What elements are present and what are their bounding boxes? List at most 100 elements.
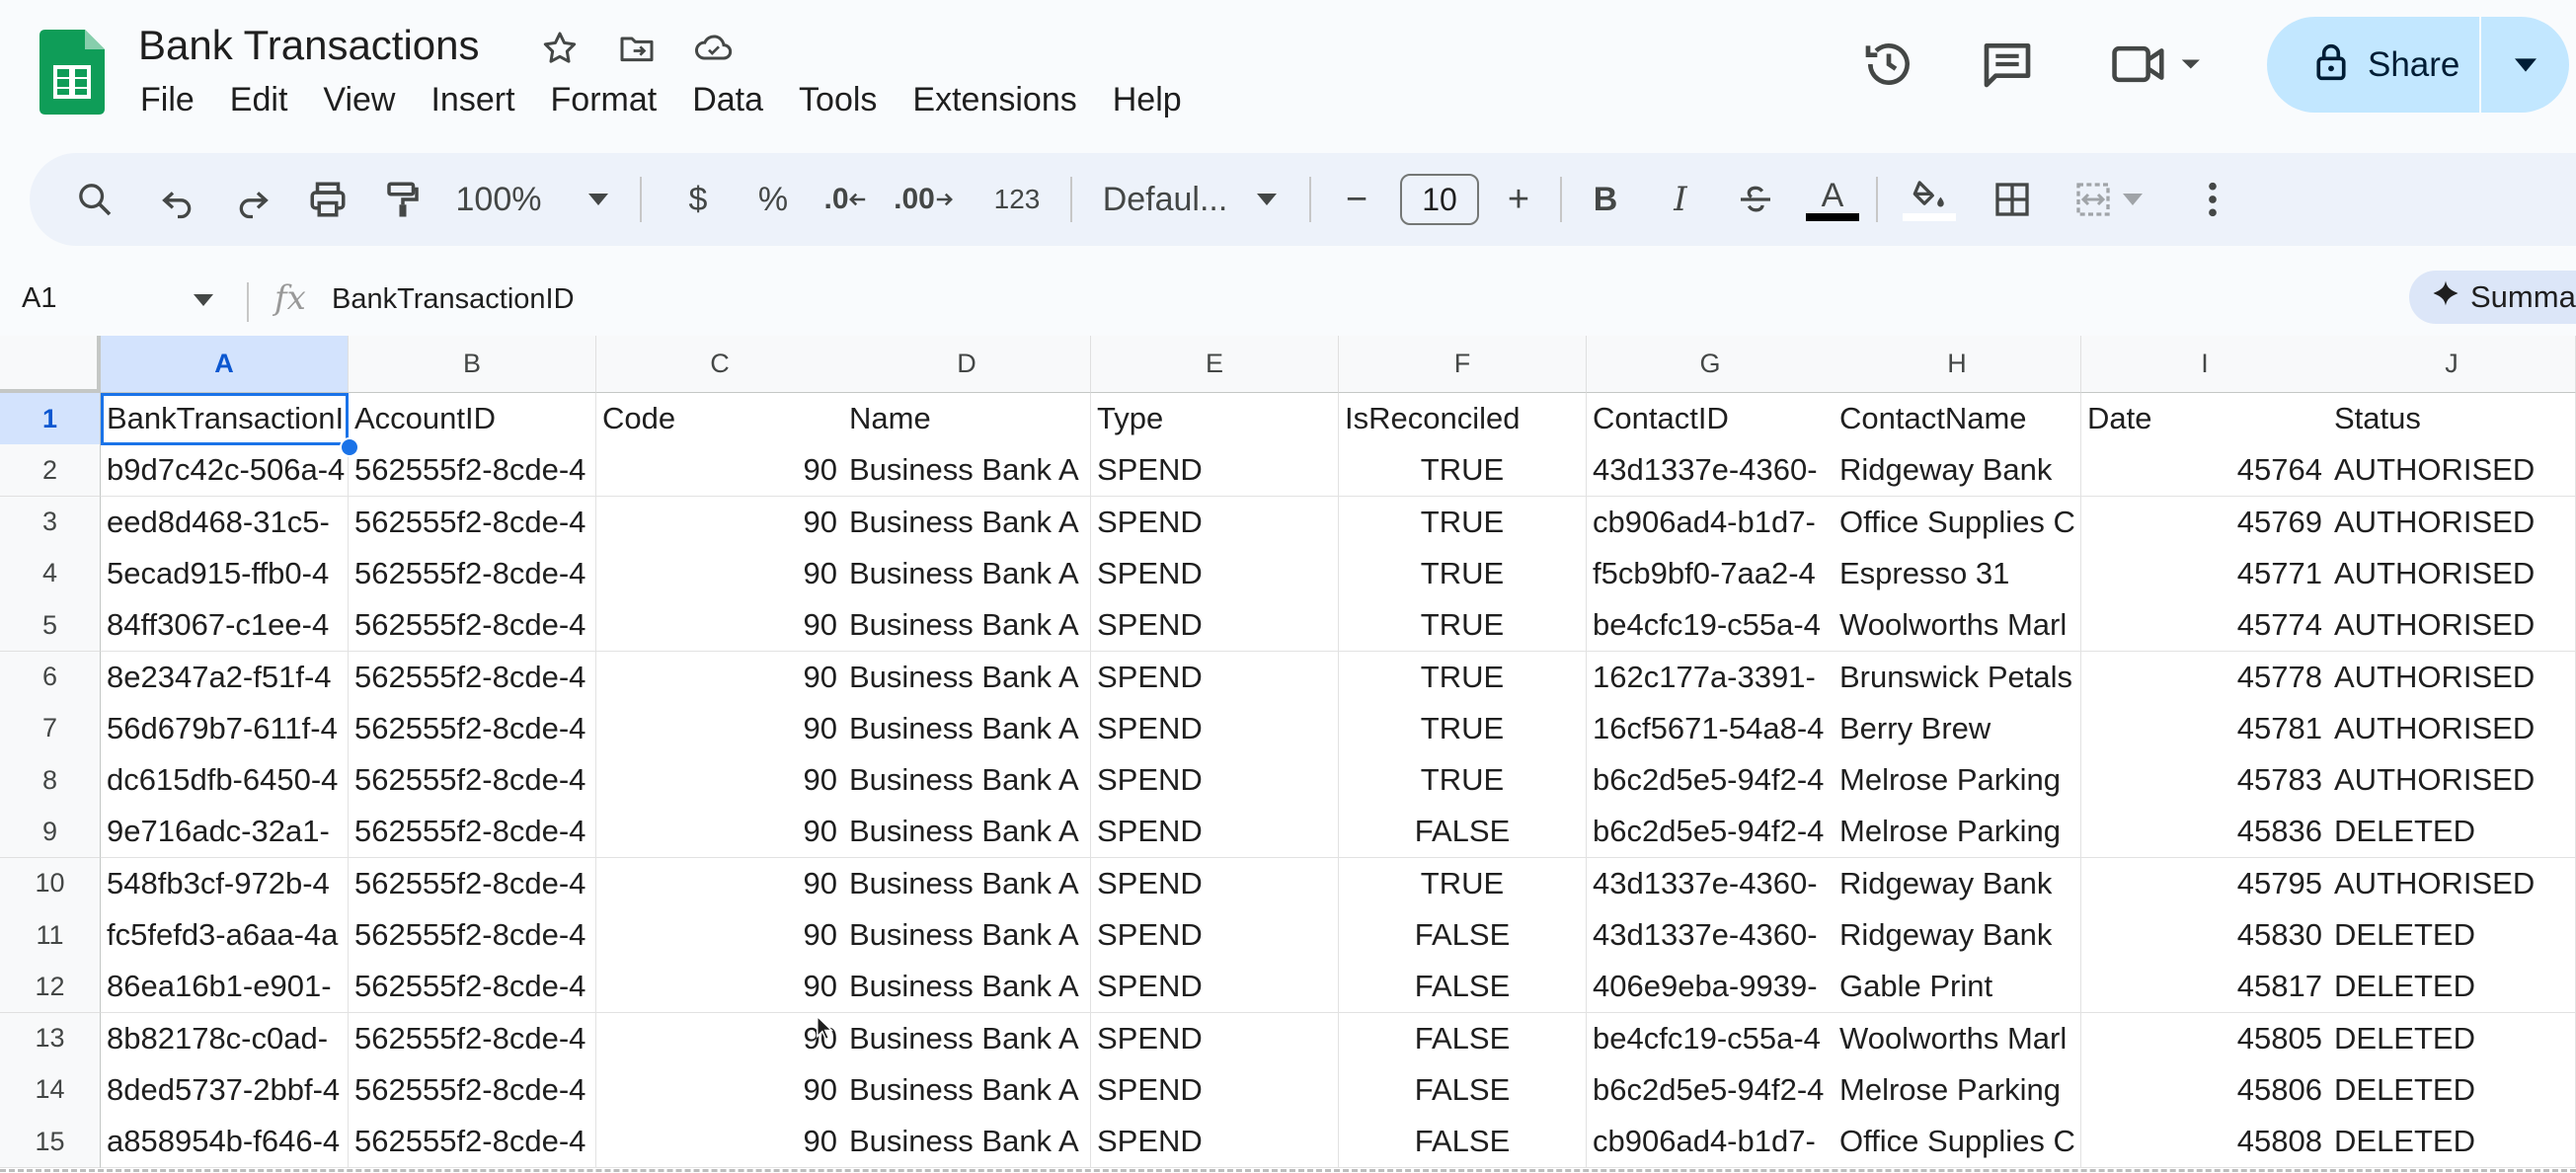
table-cell[interactable]: Business Bank A	[843, 496, 1091, 549]
table-cell[interactable]: TRUE	[1339, 651, 1587, 704]
table-cell[interactable]: TRUE	[1339, 702, 1587, 755]
table-cell[interactable]: 90	[596, 1012, 844, 1065]
table-cell[interactable]: 562555f2-8cde-4	[349, 909, 596, 962]
table-cell[interactable]: 562555f2-8cde-4	[349, 1116, 596, 1169]
table-cell[interactable]: 562555f2-8cde-4	[349, 857, 596, 910]
name-box[interactable]: A1	[22, 282, 56, 315]
bold-button[interactable]: B	[1578, 153, 1633, 246]
row-header-9[interactable]: 9	[0, 806, 101, 859]
table-cell[interactable]: f5cb9bf0-7aa2-4	[1587, 547, 1834, 600]
table-cell[interactable]: Ridgeway Bank	[1834, 444, 2081, 498]
borders-icon[interactable]	[1985, 153, 2040, 246]
table-cell[interactable]: SPEND	[1091, 1012, 1339, 1065]
table-cell[interactable]: 562555f2-8cde-4	[349, 754, 596, 808]
table-cell[interactable]: 45764	[2081, 444, 2329, 498]
table-cell[interactable]: 45774	[2081, 599, 2329, 653]
table-cell[interactable]: AUTHORISED	[2328, 547, 2576, 600]
table-cell[interactable]: 8e2347a2-f51f-4	[101, 651, 349, 704]
row-header-15[interactable]: 15	[0, 1116, 101, 1169]
table-cell[interactable]: 45817	[2081, 961, 2329, 1014]
table-cell[interactable]: Brunswick Petals	[1834, 651, 2081, 704]
table-cell[interactable]: 548fb3cf-972b-4	[101, 857, 349, 910]
row-header-7[interactable]: 7	[0, 702, 101, 755]
table-cell[interactable]: 90	[596, 1116, 844, 1169]
table-cell[interactable]: 45771	[2081, 547, 2329, 600]
row-header-13[interactable]: 13	[0, 1012, 101, 1065]
table-cell[interactable]: 562555f2-8cde-4	[349, 806, 596, 859]
table-cell[interactable]: Business Bank A	[843, 599, 1091, 653]
table-cell[interactable]: 562555f2-8cde-4	[349, 444, 596, 498]
column-header-j[interactable]: J	[2328, 336, 2576, 393]
table-cell[interactable]: Office Supplies C	[1834, 496, 2081, 549]
menu-file[interactable]: File	[122, 77, 212, 128]
table-cell[interactable]: TRUE	[1339, 754, 1587, 808]
fill-handle[interactable]	[340, 437, 359, 457]
row-header-4[interactable]: 4	[0, 547, 101, 600]
table-cell[interactable]: SPEND	[1091, 909, 1339, 962]
header-cell[interactable]: Code	[596, 393, 844, 445]
table-cell[interactable]: be4cfc19-c55a-4	[1587, 599, 1834, 653]
table-cell[interactable]: Business Bank A	[843, 909, 1091, 962]
table-cell[interactable]: SPEND	[1091, 444, 1339, 498]
header-cell[interactable]: ContactID	[1587, 393, 1834, 445]
column-header-i[interactable]: I	[2081, 336, 2329, 393]
table-cell[interactable]: AUTHORISED	[2328, 651, 2576, 704]
table-cell[interactable]: 562555f2-8cde-4	[349, 702, 596, 755]
table-cell[interactable]: dc615dfb-6450-4	[101, 754, 349, 808]
table-cell[interactable]: Business Bank A	[843, 1063, 1091, 1117]
table-cell[interactable]: DELETED	[2328, 1116, 2576, 1169]
table-cell[interactable]: 90	[596, 754, 844, 808]
table-cell[interactable]: 45836	[2081, 806, 2329, 859]
table-cell[interactable]: SPEND	[1091, 1063, 1339, 1117]
table-cell[interactable]: cb906ad4-b1d7-	[1587, 1116, 1834, 1169]
table-cell[interactable]: Business Bank A	[843, 961, 1091, 1014]
header-cell[interactable]: BankTransactionID	[101, 393, 349, 445]
table-cell[interactable]: 562555f2-8cde-4	[349, 599, 596, 653]
table-cell[interactable]: DELETED	[2328, 909, 2576, 962]
menu-tools[interactable]: Tools	[781, 77, 895, 128]
menu-data[interactable]: Data	[674, 77, 781, 128]
table-cell[interactable]: SPEND	[1091, 806, 1339, 859]
table-cell[interactable]: 43d1337e-4360-	[1587, 444, 1834, 498]
search-menus-icon[interactable]	[67, 153, 122, 246]
table-cell[interactable]: Business Bank A	[843, 547, 1091, 600]
table-cell[interactable]: AUTHORISED	[2328, 857, 2576, 910]
row-header-1[interactable]: 1	[0, 393, 101, 445]
table-cell[interactable]: SPEND	[1091, 857, 1339, 910]
table-cell[interactable]: AUTHORISED	[2328, 444, 2576, 498]
column-header-a[interactable]: A	[101, 336, 349, 393]
column-header-h[interactable]: H	[1834, 336, 2081, 393]
table-cell[interactable]: AUTHORISED	[2328, 599, 2576, 653]
header-cell[interactable]: Date	[2081, 393, 2329, 445]
table-cell[interactable]: Melrose Parking	[1834, 1063, 2081, 1117]
table-cell[interactable]: 90	[596, 496, 844, 549]
table-cell[interactable]: 90	[596, 909, 844, 962]
row-header-2[interactable]: 2	[0, 444, 101, 498]
header-cell[interactable]: Status	[2328, 393, 2576, 445]
table-cell[interactable]: Business Bank A	[843, 754, 1091, 808]
text-color-button[interactable]: A	[1803, 153, 1862, 246]
table-cell[interactable]: 90	[596, 599, 844, 653]
document-title[interactable]: Bank Transactions	[138, 22, 480, 69]
row-header-8[interactable]: 8	[0, 754, 101, 808]
header-cell[interactable]: Name	[843, 393, 1091, 445]
format-percent-button[interactable]: %	[748, 153, 798, 246]
increase-font-size-button[interactable]: +	[1491, 153, 1546, 246]
table-cell[interactable]: 86ea16b1-e901-	[101, 961, 349, 1014]
select-all-corner[interactable]	[0, 336, 101, 393]
font-size-input[interactable]: 10	[1400, 174, 1479, 225]
table-cell[interactable]: 84ff3067-c1ee-4	[101, 599, 349, 653]
menu-extensions[interactable]: Extensions	[895, 77, 1094, 128]
table-cell[interactable]: 8ded5737-2bbf-4	[101, 1063, 349, 1117]
table-cell[interactable]: FALSE	[1339, 909, 1587, 962]
table-cell[interactable]: SPEND	[1091, 496, 1339, 549]
paint-format-icon[interactable]	[375, 153, 430, 246]
table-cell[interactable]: Melrose Parking	[1834, 754, 2081, 808]
table-cell[interactable]: SPEND	[1091, 961, 1339, 1014]
table-cell[interactable]: Business Bank A	[843, 444, 1091, 498]
table-cell[interactable]: 90	[596, 444, 844, 498]
font-family-select[interactable]: Defaul...	[1076, 153, 1303, 246]
table-cell[interactable]: a858954b-f646-4	[101, 1116, 349, 1169]
table-cell[interactable]: 8b82178c-c0ad-	[101, 1012, 349, 1065]
row-header-6[interactable]: 6	[0, 651, 101, 704]
